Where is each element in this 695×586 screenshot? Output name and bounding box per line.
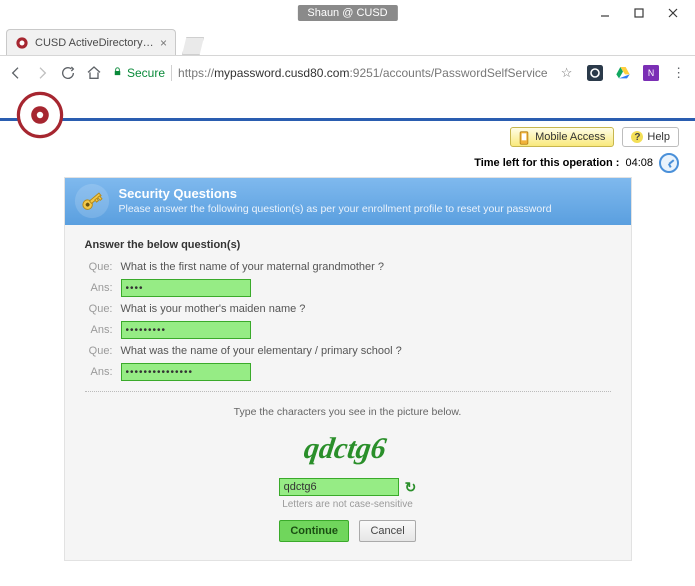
address-bar[interactable]: Secure https://mypassword.cusd80.com:925…	[112, 65, 548, 81]
panel-title: Security Questions	[119, 186, 621, 201]
google-drive-icon[interactable]	[614, 64, 632, 82]
tab-favicon-icon	[15, 36, 29, 50]
mobile-access-button[interactable]: Mobile Access	[510, 127, 614, 147]
panel-subtitle: Please answer the following question(s) …	[119, 203, 621, 215]
reload-button[interactable]	[60, 64, 76, 82]
help-label: Help	[647, 131, 670, 143]
utility-row: Mobile Access ? Help	[0, 121, 695, 147]
answer-input-3[interactable]	[121, 363, 251, 381]
timer-label: Time left for this operation :	[474, 157, 619, 169]
answer-row: Ans:	[85, 321, 611, 339]
action-buttons: Continue Cancel	[85, 520, 611, 542]
tab-title: CUSD ActiveDirectory Pa	[35, 37, 154, 49]
panel-body: Answer the below question(s) Que: What i…	[65, 225, 631, 560]
timer-row: Time left for this operation : 04:08	[0, 147, 695, 177]
captcha-note: Letters are not case-sensitive	[85, 499, 611, 510]
panel-header: Security Questions Please answer the fol…	[65, 178, 631, 225]
question-row: Que: What is the first name of your mate…	[85, 261, 611, 273]
captcha-instruction: Type the characters you see in the pictu…	[85, 406, 611, 418]
divider	[171, 65, 172, 81]
mobile-access-label: Mobile Access	[535, 131, 605, 143]
answer-input-2[interactable]	[121, 321, 251, 339]
close-button[interactable]	[659, 3, 687, 23]
answer-row: Ans:	[85, 279, 611, 297]
org-logo	[16, 91, 64, 139]
clock-icon	[659, 153, 679, 173]
onenote-icon[interactable]: N	[642, 64, 660, 82]
refresh-captcha-icon[interactable]: ↻	[405, 479, 417, 496]
browser-menu-icon[interactable]: ⋮	[670, 64, 688, 82]
page-content: Mobile Access ? Help Time left for this …	[0, 90, 695, 586]
url-path: /accounts/PasswordSelfService	[379, 66, 547, 80]
window-titlebar: Shaun @ CUSD	[0, 0, 695, 26]
ans-label: Ans:	[85, 324, 113, 336]
security-questions-panel: Security Questions Please answer the fol…	[64, 177, 632, 561]
tab-close-icon[interactable]: ×	[160, 36, 167, 50]
secure-label: Secure	[127, 66, 165, 80]
question-text: What is the first name of your maternal …	[121, 261, 385, 273]
ans-label: Ans:	[85, 282, 113, 294]
bookmark-star-icon[interactable]: ☆	[558, 64, 576, 82]
new-tab-button[interactable]	[182, 37, 204, 55]
ans-label: Ans:	[85, 366, 113, 378]
question-row: Que: What was the name of your elementar…	[85, 345, 611, 357]
instruction-text: Answer the below question(s)	[85, 239, 611, 251]
url-scheme: https	[178, 66, 204, 80]
que-label: Que:	[85, 261, 113, 273]
help-button[interactable]: ? Help	[622, 127, 679, 147]
home-button[interactable]	[86, 64, 102, 82]
connection-secure: Secure	[112, 66, 165, 80]
url-host: mypassword.cusd80.com	[214, 66, 349, 80]
toolbar-right: ☆ N ⋮	[558, 64, 688, 82]
tab-strip: CUSD ActiveDirectory Pa ×	[0, 26, 695, 56]
captcha-section: Type the characters you see in the pictu…	[85, 406, 611, 510]
continue-button[interactable]: Continue	[279, 520, 349, 542]
minimize-button[interactable]	[591, 3, 619, 23]
forward-button[interactable]	[34, 64, 50, 82]
help-icon: ?	[631, 131, 643, 143]
back-button[interactable]	[8, 64, 24, 82]
url-port: :9251	[349, 66, 379, 80]
svg-text:qdctg6: qdctg6	[302, 431, 389, 465]
browser-tab[interactable]: CUSD ActiveDirectory Pa ×	[6, 29, 176, 55]
captcha-input-row: ↻	[85, 478, 611, 496]
captcha-image: qdctg6	[273, 428, 423, 468]
timer-value: 04:08	[625, 157, 653, 169]
que-label: Que:	[85, 345, 113, 357]
user-pill: Shaun @ CUSD	[297, 5, 397, 21]
mobile-icon	[519, 131, 531, 143]
browser-toolbar: Secure https://mypassword.cusd80.com:925…	[0, 56, 695, 90]
lock-icon	[112, 66, 123, 80]
extension-icon-1[interactable]	[586, 64, 604, 82]
url-text: https://mypassword.cusd80.com:9251/accou…	[178, 66, 548, 80]
cancel-button[interactable]: Cancel	[359, 520, 415, 542]
question-text: What is your mother's maiden name ?	[121, 303, 306, 315]
answer-row: Ans:	[85, 363, 611, 381]
question-text: What was the name of your elementary / p…	[121, 345, 402, 357]
key-icon	[73, 182, 111, 220]
question-row: Que: What is your mother's maiden name ?	[85, 303, 611, 315]
que-label: Que:	[85, 303, 113, 315]
section-divider	[85, 391, 611, 392]
maximize-button[interactable]	[625, 3, 653, 23]
answer-input-1[interactable]	[121, 279, 251, 297]
captcha-input[interactable]	[279, 478, 399, 496]
svg-text:N: N	[647, 68, 653, 78]
